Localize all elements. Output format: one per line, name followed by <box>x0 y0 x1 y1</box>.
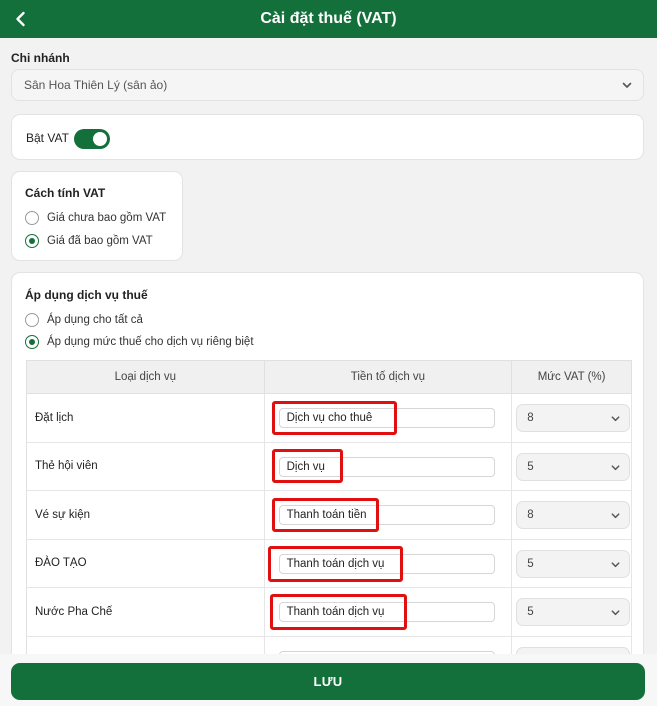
branch-label: Chi nhánh <box>11 51 70 65</box>
chevron-down-icon <box>611 464 620 470</box>
calc-method-title: Cách tính VAT <box>25 186 106 200</box>
chevron-down-icon <box>622 82 632 88</box>
toggle-knob <box>93 132 107 146</box>
vat-rate-value: 5 <box>527 460 534 473</box>
column-header-service-prefix: Tiền tố dịch vụ <box>265 361 513 393</box>
radio-icon <box>25 211 39 225</box>
vat-rate-select[interactable]: 8 <box>516 404 631 432</box>
service-prefix-input[interactable]: Dịch vụ <box>278 456 495 477</box>
service-name: Vé sự kiện <box>27 491 265 539</box>
chevron-down-icon <box>611 561 620 567</box>
column-header-vat-rate: Mức VAT (%) <box>512 361 632 393</box>
vat-rate-value: 8 <box>527 509 534 521</box>
chevron-down-icon <box>611 416 620 422</box>
radio-price-excl-vat[interactable]: Giá chưa bao gồm VAT <box>25 211 166 225</box>
table-row: Đặt lịch Dịch vụ cho thuê 8 <box>27 394 632 443</box>
table-row: Thẻ hội viên Dịch vụ 5 <box>27 442 632 491</box>
vat-cell: 8 <box>512 394 632 442</box>
chevron-left-icon <box>16 11 25 27</box>
radio-selected-icon <box>25 335 39 349</box>
save-button[interactable]: LƯU <box>11 663 645 700</box>
apply-tax-card: Áp dụng dịch vụ thuế Áp dụng cho tất cả … <box>11 272 644 672</box>
table-row: Nước Pha Chế Thanh toán dịch vụ 5 <box>27 588 632 637</box>
radio-apply-per-service[interactable]: Áp dụng mức thuế cho dịch vụ riêng biệt <box>25 335 254 349</box>
prefix-cell: Dịch vụ <box>265 442 513 490</box>
back-button[interactable] <box>6 4 36 34</box>
prefix-cell: Dịch vụ cho thuê <box>265 394 513 442</box>
vat-rate-select[interactable]: 5 <box>516 598 631 626</box>
chevron-down-icon <box>611 610 620 616</box>
service-prefix-input[interactable]: Thanh toán tiền <box>278 505 495 525</box>
chevron-down-icon <box>611 513 620 519</box>
prefix-cell: Thanh toán tiền <box>265 491 513 539</box>
vat-toggle-label: Bật VAT <box>26 131 69 145</box>
vat-calc-method-card: Cách tính VAT Giá chưa bao gồm VAT Giá đ… <box>11 171 183 261</box>
vat-cell: 5 <box>512 442 632 490</box>
service-prefix-input[interactable]: Dịch vụ cho thuê <box>278 408 495 428</box>
service-name: Nước Pha Chế <box>27 588 265 636</box>
app-header: Cài đặt thuế (VAT) <box>0 0 657 38</box>
branch-selected-value: Sân Hoa Thiên Lý (sân ảo) <box>24 78 168 92</box>
radio-price-incl-vat[interactable]: Giá đã bao gồm VAT <box>25 234 153 248</box>
table-row: Vé sự kiện Thanh toán tiền 8 <box>27 491 632 540</box>
radio-label: Áp dụng cho tất cả <box>47 314 143 326</box>
vat-rate-select[interactable]: 5 <box>516 452 631 481</box>
branch-select[interactable]: Sân Hoa Thiên Lý (sân ảo) <box>11 69 644 101</box>
radio-apply-all[interactable]: Áp dụng cho tất cả <box>25 313 143 327</box>
radio-icon <box>25 313 39 327</box>
vat-rate-select[interactable]: 8 <box>516 501 631 529</box>
prefix-cell: Thanh toán dịch vụ <box>265 539 513 587</box>
service-prefix-input[interactable]: Thanh toán dịch vụ <box>278 602 495 622</box>
prefix-cell: Thanh toán dịch vụ <box>265 588 513 636</box>
apply-tax-title: Áp dụng dịch vụ thuế <box>25 288 148 302</box>
vat-rate-value: 8 <box>527 412 534 424</box>
vat-toggle-card: Bật VAT <box>11 114 644 160</box>
vat-rate-select[interactable]: 5 <box>516 549 631 578</box>
page-title: Cài đặt thuế (VAT) <box>260 10 397 27</box>
vat-cell: 5 <box>512 588 632 636</box>
table-row: ĐÀO TẠO Thanh toán dịch vụ 5 <box>27 539 632 588</box>
service-vat-table: Loại dịch vụ Tiền tố dịch vụ Mức VAT (%)… <box>26 360 632 671</box>
radio-label: Áp dụng mức thuế cho dịch vụ riêng biệt <box>47 336 254 348</box>
service-name: Đặt lịch <box>27 394 265 442</box>
vat-cell: 5 <box>512 539 632 587</box>
table-header: Loại dịch vụ Tiền tố dịch vụ Mức VAT (%) <box>27 361 632 394</box>
service-name: Thẻ hội viên <box>27 442 265 490</box>
vat-cell: 8 <box>512 491 632 539</box>
service-name: ĐÀO TẠO <box>27 539 265 587</box>
radio-selected-icon <box>25 234 39 248</box>
column-header-service-type: Loại dịch vụ <box>27 361 265 393</box>
service-prefix-input[interactable]: Thanh toán dịch vụ <box>278 553 495 574</box>
vat-rate-value: 5 <box>527 606 534 618</box>
vat-toggle-switch[interactable] <box>74 129 110 149</box>
radio-label: Giá đã bao gồm VAT <box>47 235 153 247</box>
vat-rate-value: 5 <box>527 557 534 570</box>
radio-label: Giá chưa bao gồm VAT <box>47 212 167 224</box>
